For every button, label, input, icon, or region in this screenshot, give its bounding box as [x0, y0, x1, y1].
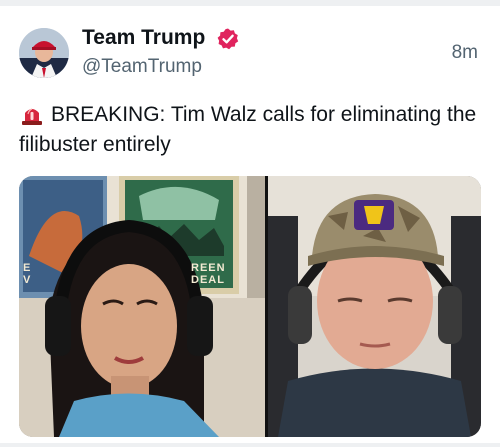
- bottom-separator: [0, 443, 500, 447]
- verified-badge-icon: [217, 28, 239, 50]
- post-text: BREAKING: Tim Walz calls for eliminating…: [19, 103, 477, 156]
- avatar-image: [19, 28, 69, 78]
- right-speaker-image: [268, 176, 481, 437]
- post-media[interactable]: REEN DEAL E V: [19, 176, 481, 437]
- poster-text: REEN DEAL: [191, 262, 226, 286]
- author-handle[interactable]: @TeamTrump: [82, 56, 202, 78]
- top-separator: [0, 0, 500, 6]
- video-panel-right: [268, 176, 481, 437]
- avatar[interactable]: [19, 28, 69, 78]
- poster-fragment-text: E V: [23, 262, 32, 286]
- author-name[interactable]: Team Trump: [82, 26, 205, 50]
- post-timestamp[interactable]: 8m: [452, 42, 478, 64]
- video-panel-left: REEN DEAL E V: [19, 176, 265, 437]
- left-speaker-image: [19, 176, 265, 437]
